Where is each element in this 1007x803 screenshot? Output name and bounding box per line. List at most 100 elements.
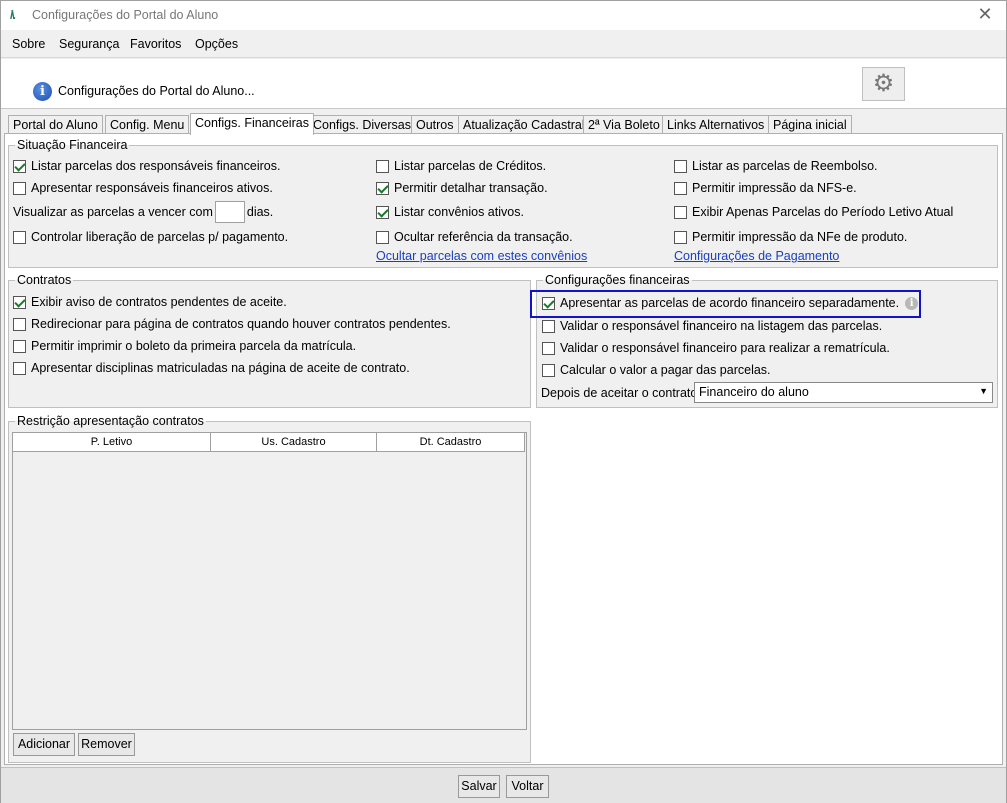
voltar-button[interactable]: Voltar bbox=[506, 775, 549, 798]
option-listar-convenios[interactable]: Listar convênios ativos. bbox=[376, 205, 524, 219]
checkbox[interactable] bbox=[13, 230, 26, 244]
tab-pagina-inicial[interactable]: Página inicial bbox=[768, 115, 852, 134]
checkbox[interactable] bbox=[542, 363, 555, 377]
footer-bar: Salvar Voltar bbox=[1, 767, 1006, 803]
option-controlar-liberacao[interactable]: Controlar liberação de parcelas p/ pagam… bbox=[13, 230, 288, 244]
column-header-us-cadastro[interactable]: Us. Cadastro bbox=[211, 433, 377, 452]
checkbox-label: Apresentar disciplinas matriculadas na p… bbox=[31, 361, 410, 375]
checkbox[interactable] bbox=[13, 295, 26, 309]
contrato-select[interactable]: Financeiro do aluno ▼ bbox=[694, 382, 993, 403]
window-title: Configurações do Portal do Aluno bbox=[32, 8, 219, 22]
tab-outros[interactable]: Outros bbox=[411, 115, 459, 134]
option-exibir-periodo-letivo[interactable]: Exibir Apenas Parcelas do Período Letivo… bbox=[674, 205, 953, 219]
checkbox-label: Controlar liberação de parcelas p/ pagam… bbox=[31, 230, 289, 244]
option-exibir-aviso-contratos[interactable]: Exibir aviso de contratos pendentes de a… bbox=[13, 295, 287, 309]
vencer-suffix-label: dias. bbox=[246, 205, 274, 219]
option-listar-parcelas-responsaveis[interactable]: Listar parcelas dos responsáveis finance… bbox=[13, 159, 280, 173]
checkbox-label: Redirecionar para página de contratos qu… bbox=[31, 317, 451, 331]
checkbox-label: Exibir Apenas Parcelas do Período Letivo… bbox=[692, 205, 954, 219]
adicionar-button[interactable]: Adicionar bbox=[13, 733, 75, 756]
checkbox-label: Listar convênios ativos. bbox=[394, 205, 524, 219]
checkbox-label: Validar o responsável financeiro para re… bbox=[560, 341, 890, 355]
column-header-p-letivo[interactable]: P. Letivo bbox=[13, 433, 211, 452]
contrato-select-label: Depois de aceitar o contrato: bbox=[541, 386, 701, 400]
option-calcular-valor[interactable]: Calcular o valor a pagar das parcelas. bbox=[542, 363, 771, 377]
configuracoes-financeiras-legend: Configurações financeiras bbox=[545, 273, 690, 287]
tab-atualizacao-cadastral[interactable]: Atualização Cadastral bbox=[458, 115, 590, 134]
page-header: i Configurações do Portal do Aluno... ⚙ bbox=[1, 59, 1006, 109]
tab-configs-financeiras[interactable]: Configs. Financeiras bbox=[190, 113, 314, 135]
tab-configs-diversas[interactable]: Configs. Diversas bbox=[308, 115, 416, 134]
checkbox-label: Listar as parcelas de Reembolso. bbox=[692, 159, 878, 173]
checkbox-label: Permitir detalhar transação. bbox=[394, 181, 548, 195]
option-permitir-nfse[interactable]: Permitir impressão da NFS-e. bbox=[674, 181, 857, 195]
checkbox-label: Listar parcelas de Créditos. bbox=[394, 159, 547, 173]
option-ocultar-referencia[interactable]: Ocultar referência da transação. bbox=[376, 230, 573, 244]
column-header-dt-cadastro[interactable]: Dt. Cadastro bbox=[377, 433, 525, 452]
title-bar: /\. Configurações do Portal do Aluno ✕ bbox=[1, 1, 1006, 30]
option-apresentar-disciplinas[interactable]: Apresentar disciplinas matriculadas na p… bbox=[13, 361, 410, 375]
checkbox[interactable] bbox=[13, 159, 26, 173]
checkbox-label: Permitir impressão da NFe de produto. bbox=[692, 230, 908, 244]
checkbox[interactable] bbox=[376, 159, 389, 173]
tab-portal-do-aluno[interactable]: Portal do Aluno bbox=[8, 115, 103, 134]
checkbox[interactable] bbox=[13, 181, 26, 195]
contrato-select-value: Financeiro do aluno bbox=[699, 385, 809, 399]
checkbox-label: Ocultar referência da transação. bbox=[394, 230, 573, 244]
tab-config-menu[interactable]: Config. Menu bbox=[105, 115, 190, 134]
option-permitir-nfe-produto[interactable]: Permitir impressão da NFe de produto. bbox=[674, 230, 907, 244]
checkbox-label: Permitir imprimir o boleto da primeira p… bbox=[31, 339, 357, 353]
situacao-financeira-legend: Situação Financeira bbox=[17, 138, 128, 152]
option-validar-responsavel-rematricula[interactable]: Validar o responsável financeiro para re… bbox=[542, 341, 890, 355]
link-configuracoes-pagamento[interactable]: Configurações de Pagamento bbox=[674, 249, 839, 263]
remover-button[interactable]: Remover bbox=[78, 733, 135, 756]
checkbox[interactable] bbox=[376, 205, 389, 219]
menu-sobre[interactable]: Sobre bbox=[12, 37, 45, 51]
tab-links-alternativos[interactable]: Links Alternativos bbox=[662, 115, 770, 134]
checkbox[interactable] bbox=[13, 317, 26, 331]
option-visualizar-parcelas-vencer: Visualizar as parcelas a vencer com dias… bbox=[13, 201, 273, 223]
option-listar-reembolso[interactable]: Listar as parcelas de Reembolso. bbox=[674, 159, 878, 173]
menu-favoritos[interactable]: Favoritos bbox=[130, 37, 181, 51]
app-logo-icon: /\. bbox=[10, 8, 16, 22]
dias-input[interactable] bbox=[214, 201, 245, 223]
menu-opcoes[interactable]: Opções bbox=[195, 37, 238, 51]
checkbox[interactable] bbox=[376, 230, 389, 244]
checkbox-label: Exibir aviso de contratos pendentes de a… bbox=[31, 295, 287, 309]
option-validar-responsavel-listagem[interactable]: Validar o responsável financeiro na list… bbox=[542, 319, 882, 333]
checkbox[interactable] bbox=[674, 230, 687, 244]
restricao-table: P. Letivo Us. Cadastro Dt. Cadastro bbox=[12, 432, 527, 730]
menu-seguranca[interactable]: Segurança bbox=[59, 37, 119, 51]
vencer-prefix-label: Visualizar as parcelas a vencer com bbox=[13, 205, 213, 219]
checkbox[interactable] bbox=[13, 339, 26, 353]
link-ocultar-convenios[interactable]: Ocultar parcelas com estes convênios bbox=[376, 249, 587, 263]
checkbox-label: Calcular o valor a pagar das parcelas. bbox=[560, 363, 771, 377]
checkbox[interactable] bbox=[542, 341, 555, 355]
option-permitir-detalhar[interactable]: Permitir detalhar transação. bbox=[376, 181, 548, 195]
option-apresentar-responsaveis-ativos[interactable]: Apresentar responsáveis financeiros ativ… bbox=[13, 181, 273, 195]
checkbox[interactable] bbox=[674, 159, 687, 173]
restricao-contratos-legend: Restrição apresentação contratos bbox=[17, 414, 204, 428]
salvar-button[interactable]: Salvar bbox=[458, 775, 500, 798]
menu-bar: Sobre Segurança Favoritos Opções bbox=[1, 31, 1006, 58]
checkbox[interactable] bbox=[674, 181, 687, 195]
option-redirecionar-contratos[interactable]: Redirecionar para página de contratos qu… bbox=[13, 317, 451, 331]
checkbox-label: Apresentar responsáveis financeiros ativ… bbox=[31, 181, 273, 195]
info-icon: i bbox=[33, 82, 52, 101]
checkbox[interactable] bbox=[674, 205, 687, 219]
checkbox[interactable] bbox=[542, 319, 555, 333]
highlight-box bbox=[530, 290, 921, 318]
option-imprimir-boleto[interactable]: Permitir imprimir o boleto da primeira p… bbox=[13, 339, 356, 353]
header-title: Configurações do Portal do Aluno... bbox=[58, 84, 255, 98]
checkbox-label: Permitir impressão da NFS-e. bbox=[692, 181, 857, 195]
option-listar-creditos[interactable]: Listar parcelas de Créditos. bbox=[376, 159, 546, 173]
checkbox-label: Validar o responsável financeiro na list… bbox=[560, 319, 883, 333]
tab-2-via-boleto[interactable]: 2ª Via Boleto bbox=[583, 115, 665, 134]
gear-icon[interactable]: ⚙ bbox=[862, 67, 905, 101]
checkbox-label: Listar parcelas dos responsáveis finance… bbox=[31, 159, 281, 173]
chevron-down-icon: ▼ bbox=[979, 386, 988, 396]
checkbox[interactable] bbox=[13, 361, 26, 375]
close-icon[interactable]: ✕ bbox=[974, 4, 996, 25]
checkbox[interactable] bbox=[376, 181, 389, 195]
main-window: /\. Configurações do Portal do Aluno ✕ S… bbox=[0, 0, 1007, 803]
